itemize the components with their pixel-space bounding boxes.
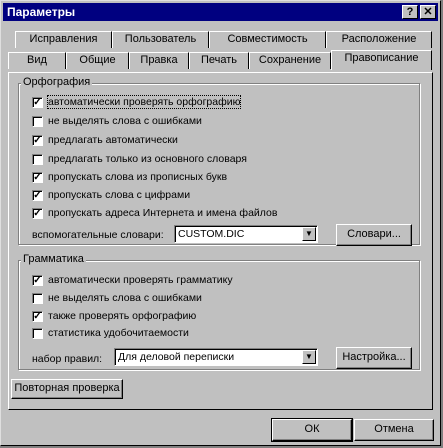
- check-icon: ✓: [32, 135, 43, 146]
- grammar-group-label: Грамматика: [21, 253, 86, 265]
- spelling-group-label: Орфография: [21, 76, 93, 88]
- tab-save[interactable]: Сохранение: [249, 52, 331, 69]
- chevron-down-icon[interactable]: ▼: [302, 350, 316, 364]
- grammar-settings-button[interactable]: Настройка...: [336, 347, 412, 369]
- tab-edit[interactable]: Правка: [129, 52, 189, 69]
- custom-dict-select[interactable]: CUSTOM.DIC ▼: [174, 225, 318, 243]
- check-icon: ✓: [32, 190, 43, 201]
- tab-location[interactable]: Расположение: [326, 31, 432, 48]
- check-icon: ✓: [32, 275, 43, 286]
- recheck-button[interactable]: Повторная проверка: [11, 379, 123, 399]
- chevron-down-icon[interactable]: ▼: [302, 227, 316, 241]
- spelling-panel: Орфография ✓ автоматически проверять орф…: [8, 72, 433, 410]
- check-icon: ✓: [32, 97, 43, 108]
- tab-general[interactable]: Общие: [66, 52, 129, 69]
- check-icon: ✓: [32, 172, 43, 183]
- tab-user[interactable]: Пользователь: [112, 31, 209, 48]
- dictionaries-button[interactable]: Словари...: [336, 224, 412, 246]
- tab-spelling[interactable]: Правописание: [331, 50, 432, 70]
- check-icon: ✓: [32, 208, 43, 219]
- tab-compatibility[interactable]: Совместимость: [209, 31, 326, 48]
- tab-print[interactable]: Печать: [189, 52, 249, 69]
- custom-dict-label: вспомогательные словари:: [32, 229, 164, 241]
- check-icon: ✓: [32, 311, 43, 322]
- options-dialog: Параметры ? ✕ Исправления Пользователь С…: [0, 0, 441, 446]
- cancel-button[interactable]: Отмена: [354, 419, 434, 441]
- help-button[interactable]: ?: [402, 5, 418, 19]
- window-title: Параметры: [7, 5, 76, 19]
- rule-set-select[interactable]: Для деловой переписки ▼: [114, 348, 318, 366]
- title-bar: Параметры ? ✕: [3, 3, 438, 21]
- close-button[interactable]: ✕: [420, 5, 436, 19]
- rule-set-label: набор правил:: [32, 353, 103, 365]
- ok-button[interactable]: ОК: [271, 418, 353, 442]
- tab-revisions[interactable]: Исправления: [15, 31, 112, 48]
- tab-view[interactable]: Вид: [8, 52, 66, 69]
